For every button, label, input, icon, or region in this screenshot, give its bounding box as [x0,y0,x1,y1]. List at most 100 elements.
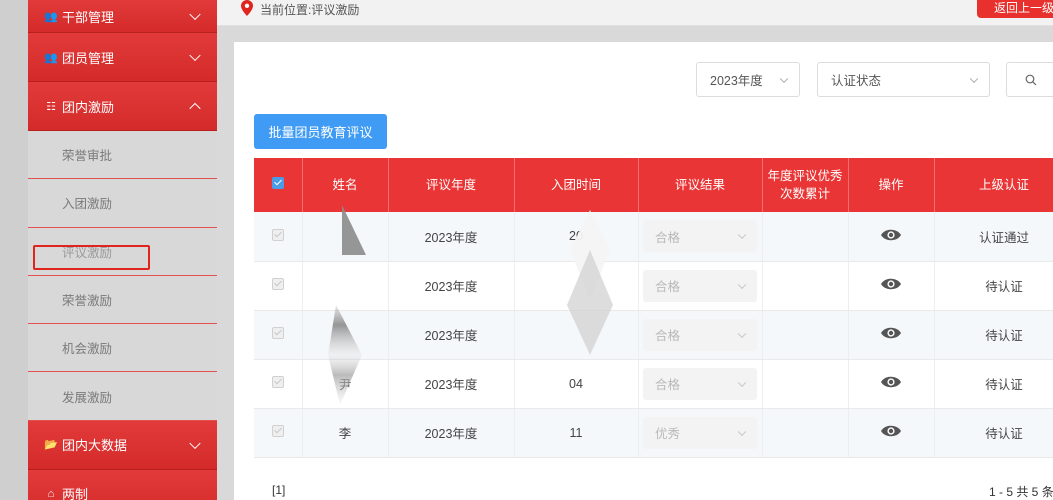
location-pin-icon [241,0,253,16]
sidebar-group-system[interactable]: ⌂ 两制 [28,469,217,500]
cell-actions [848,212,935,262]
search-button[interactable] [1006,62,1053,97]
sidebar: 👥 干部管理 👥 团员管理 ☷ 团内激励 荣誉审批 入团激励 评议激励 荣誉激励… [28,0,217,500]
cell-actions [848,359,935,409]
folder-open-icon: 📂 [44,439,58,452]
sidebar-group-members[interactable]: 👥 团员管理 [28,33,217,82]
result-select[interactable]: 优秀 [643,416,757,449]
column-header-actions: 操作 [848,158,935,212]
chevron-down-icon [737,427,747,436]
eye-icon[interactable] [880,424,902,438]
table-row: 2023年度 合格 待认证 [254,310,1053,360]
column-header-result: 评议结果 [638,158,763,212]
cell-actions [848,408,935,458]
cell-join-time: 04 [514,359,639,409]
row-checkbox-cell[interactable] [254,310,303,360]
row-checkbox-cell[interactable] [254,261,303,311]
row-checkbox[interactable] [271,425,284,437]
status-select-placeholder: 认证状态 [831,74,882,88]
cell-name: 尹 [302,359,389,409]
search-icon [1025,74,1037,86]
cell-result: 合格 [638,310,763,360]
left-edge-strip [0,0,28,500]
column-header-certification: 上级认证 [934,158,1053,212]
sidebar-group-bigdata[interactable]: 📂 团内大数据 [28,420,217,470]
row-checkbox[interactable] [271,376,284,388]
users-icon: 👥 [44,51,58,64]
cell-join-time [514,261,639,311]
cell-name: 李 [302,408,389,458]
users-icon: 👥 [44,10,58,23]
sidebar-item-honor-incentive[interactable]: 荣誉激励 [28,275,217,325]
cell-excellent-count [762,359,849,409]
sidebar-item-honor-approval[interactable]: 荣誉审批 [28,131,217,180]
chevron-down-icon [779,74,789,83]
cell-name [302,261,389,311]
cell-result: 优秀 [638,408,763,458]
sidebar-item-opportunity-incentive[interactable]: 机会激励 [28,324,217,373]
table-row: 尹 2023年度 04 合格 待认证 [254,359,1053,409]
table-row: 李 2023年度 11 优秀 待认证 [254,408,1053,458]
cell-excellent-count [762,408,849,458]
sidebar-item-development-incentive[interactable]: 发展激励 [28,372,217,421]
eye-icon[interactable] [880,228,902,242]
row-checkbox-cell[interactable] [254,359,303,409]
row-checkbox[interactable] [271,278,284,290]
chevron-down-icon [737,329,747,338]
sidebar-group-label: 两制 [62,487,89,500]
cell-certification: 待认证 [934,408,1053,458]
sidebar-item-join-incentive[interactable]: 入团激励 [28,179,217,228]
status-select[interactable]: 认证状态 [817,62,990,97]
sidebar-group-label: 团内大数据 [62,438,128,454]
sidebar-group-label: 团员管理 [62,50,115,66]
cell-join-time: 11 [514,408,639,458]
result-select[interactable]: 合格 [643,269,757,302]
select-all-cell[interactable] [254,158,303,212]
chevron-down-icon [737,280,747,289]
chevron-down-icon [737,378,747,387]
home-icon: ⌂ [47,487,55,500]
sidebar-group-incentive[interactable]: ☷ 团内激励 [28,82,217,131]
breadcrumb: 当前位置:评议激励 [260,3,360,17]
row-checkbox-cell[interactable] [254,408,303,458]
batch-review-button[interactable]: 批量团员教育评议 [254,114,387,149]
eye-icon[interactable] [880,326,902,340]
cell-result: 合格 [638,261,763,311]
cell-actions [848,261,935,311]
cell-excellent-count [762,310,849,360]
sidebar-group-label: 团内激励 [62,99,115,115]
table-row: 2023年度 合格 待认证 [254,261,1053,311]
column-header-join-time: 入团时间 [514,158,639,212]
back-button[interactable]: 返回上一级 [977,0,1053,18]
result-select[interactable]: 合格 [643,220,757,253]
chevron-down-icon [189,49,201,62]
eye-icon[interactable] [880,375,902,389]
review-table: 姓名 评议年度 入团时间 评议结果 年度评议优秀 次数累计 操作 上级认证 20… [254,158,1053,458]
result-select[interactable]: 合格 [643,367,757,400]
cell-name [302,310,389,360]
cell-excellent-count [762,261,849,311]
row-checkbox-cell[interactable] [254,212,303,262]
result-select[interactable]: 合格 [643,318,757,351]
column-header-year: 评议年度 [388,158,515,212]
top-bar: 当前位置:评议激励 返回上一级 [217,0,1053,26]
row-checkbox[interactable] [271,327,284,339]
sidebar-item-review-incentive[interactable]: 评议激励 [28,227,217,276]
sidebar-group-cadre[interactable]: 👥 干部管理 [28,0,217,33]
row-checkbox[interactable] [271,228,284,241]
cell-excellent-count [762,212,849,262]
chevron-down-icon [737,230,747,240]
eye-icon[interactable] [880,277,902,291]
chevron-up-icon [189,102,201,115]
pagination-pages[interactable]: [1] [272,483,285,497]
year-select[interactable]: 2023年度 [696,62,800,97]
chevron-down-icon [969,74,979,83]
year-select-value: 2023年度 [710,74,763,88]
cell-result: 合格 [638,359,763,409]
cell-join-time [514,310,639,360]
cell-year: 2023年度 [388,408,515,458]
column-header-excellent-count: 年度评议优秀 次数累计 [762,158,849,212]
cell-certification: 待认证 [934,359,1053,409]
select-all-checkbox[interactable] [271,177,284,189]
table-row: 2023年度 20 合格 认证通过 [254,212,1053,262]
